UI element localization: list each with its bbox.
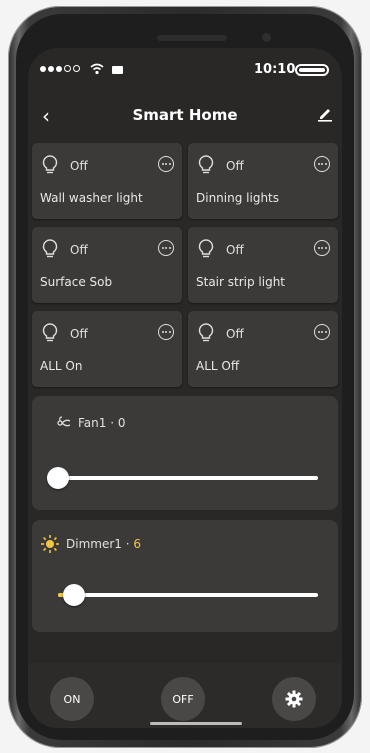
device-name: Wall washer light	[40, 191, 143, 205]
device-state: Off	[226, 243, 244, 257]
app-screen: 10:10 ‹ Smart Home Off Wall washer light	[28, 48, 342, 728]
bulb-icon	[42, 323, 58, 342]
device-name: Stair strip light	[196, 275, 286, 289]
device-card-all-off[interactable]: Off ALL Off	[188, 311, 338, 387]
dimmer-control-card: Dimmer1 · 6	[32, 520, 338, 632]
device-card-surface-sob[interactable]: Off Surface Sob	[32, 227, 182, 303]
dimmer-label: Dimmer1 · 6	[40, 534, 141, 554]
edit-pencil-icon[interactable]	[317, 106, 333, 122]
device-name: Dinning lights	[196, 191, 280, 205]
mail-icon	[112, 66, 123, 74]
bulb-icon	[198, 239, 214, 258]
device-card-wall-washer-light[interactable]: Off Wall washer light	[32, 143, 182, 219]
more-options-icon[interactable]	[158, 156, 174, 172]
nav-bar: ‹ Smart Home	[28, 96, 342, 136]
speaker-grille	[157, 35, 227, 41]
sun-icon	[41, 535, 59, 553]
bottom-control-bar: ON OFF	[28, 663, 342, 728]
battery-icon	[295, 64, 329, 76]
front-camera	[262, 33, 271, 42]
device-name: ALL On	[40, 359, 83, 373]
bulb-icon	[198, 323, 214, 342]
device-state: Off	[70, 243, 88, 257]
device-card-all-on[interactable]: Off ALL On	[32, 311, 182, 387]
fan-name: Fan1 ·	[78, 416, 118, 430]
fan-label: Fan1 · 0	[56, 416, 125, 430]
wifi-icon	[90, 63, 104, 75]
page-title: Smart Home	[132, 106, 238, 124]
bulb-icon	[198, 155, 214, 174]
phone-frame: 10:10 ‹ Smart Home Off Wall washer light	[8, 6, 362, 748]
device-name: Surface Sob	[40, 275, 113, 289]
device-card-dinning-lights[interactable]: Off Dinning lights	[188, 143, 338, 219]
all-off-button[interactable]: OFF	[161, 677, 205, 721]
fan-slider-track[interactable]	[47, 467, 318, 489]
status-time: 10:10	[254, 62, 296, 77]
more-options-icon[interactable]	[158, 240, 174, 256]
fan-control-card: Fan1 · 0	[32, 396, 338, 510]
device-state: Off	[226, 327, 244, 341]
fan-value: 0	[117, 416, 126, 430]
device-state: Off	[226, 159, 244, 173]
device-state: Off	[70, 327, 88, 341]
signal-strength-icon	[40, 65, 80, 72]
fan-icon	[57, 416, 71, 427]
more-options-icon[interactable]	[314, 324, 330, 340]
home-indicator[interactable]	[150, 722, 242, 725]
device-state: Off	[70, 159, 88, 173]
device-name: ALL Off	[196, 359, 240, 373]
more-options-icon[interactable]	[314, 240, 330, 256]
dimmer-name: Dimmer1 ·	[66, 537, 134, 551]
all-on-button[interactable]: ON	[50, 677, 94, 721]
more-options-icon[interactable]	[314, 156, 330, 172]
bulb-icon	[42, 239, 58, 258]
status-bar: 10:10	[28, 48, 342, 92]
fan-slider-thumb[interactable]	[47, 467, 69, 489]
phone-bezel: 10:10 ‹ Smart Home Off Wall washer light	[16, 14, 354, 740]
device-card-stair-strip-light[interactable]: Off Stair strip light	[188, 227, 338, 303]
more-options-icon[interactable]	[158, 324, 174, 340]
settings-button[interactable]	[272, 677, 316, 721]
dimmer-slider-track[interactable]	[58, 584, 318, 606]
dimmer-slider-thumb[interactable]	[62, 584, 85, 606]
bulb-icon	[42, 155, 58, 174]
dimmer-value: 6	[133, 537, 141, 551]
gear-icon	[285, 690, 303, 708]
